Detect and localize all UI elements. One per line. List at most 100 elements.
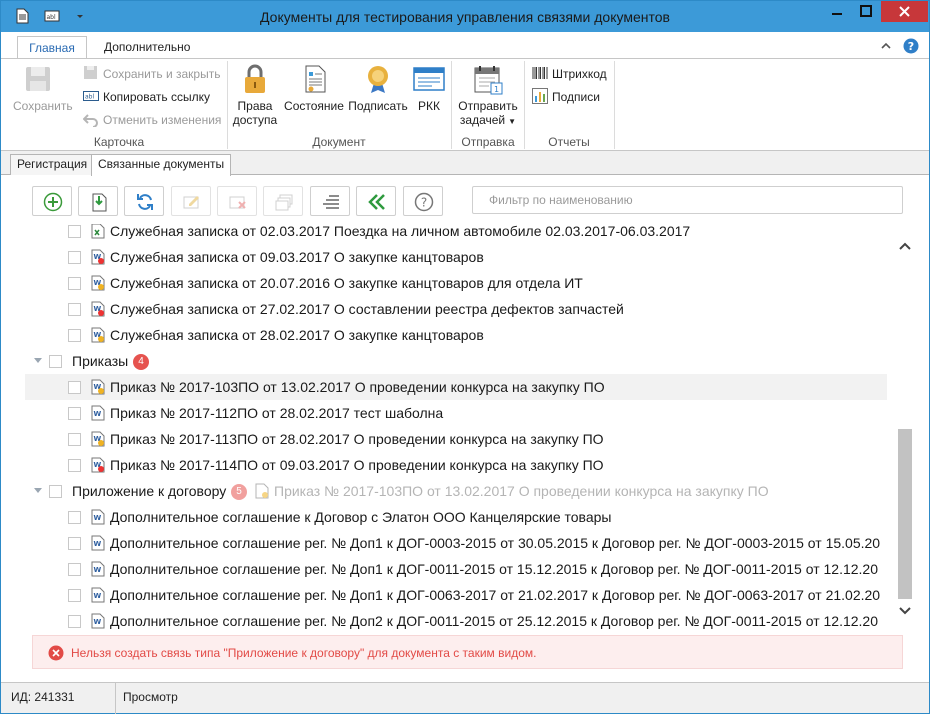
access-rights-button[interactable]: Права доступа (231, 63, 279, 127)
list-item[interactable]: W Служебная записка от 09.03.2017 О заку… (25, 244, 887, 270)
close-button[interactable] (881, 1, 928, 22)
scroll-thumb[interactable] (898, 429, 912, 599)
signatures-report-button[interactable]: Подписи (532, 88, 600, 106)
list-item[interactable]: W Приказ № 2017-113ПО от 28.02.2017 О пр… (25, 426, 887, 452)
undo-button[interactable]: Отменить изменения (83, 111, 221, 129)
list-item[interactable]: W Дополнительное соглашение рег. № Доп1 … (25, 556, 887, 582)
save-button[interactable]: Сохранить (13, 63, 73, 113)
delete-link-button[interactable] (217, 186, 257, 216)
group-header-appendix[interactable]: Приложение к договору 5 Приказ № 2017-10… (25, 478, 887, 504)
edit-link-button[interactable] (171, 186, 211, 216)
row-checkbox[interactable] (68, 563, 81, 576)
list-item[interactable]: W Служебная записка от 28.02.2017 О заку… (25, 322, 887, 348)
collapse-ribbon-icon[interactable] (878, 38, 894, 54)
list-item[interactable]: W Дополнительное соглашение рег. № Доп1 … (25, 530, 887, 556)
document-title: Служебная записка от 28.02.2017 О закупк… (110, 327, 484, 343)
group-send-label: Отправка (461, 135, 515, 149)
barcode-button[interactable]: Штрихкод (532, 65, 607, 83)
edit-icon (183, 196, 199, 209)
svg-text:W: W (94, 410, 102, 418)
vertical-scrollbar[interactable] (895, 224, 915, 634)
list-item[interactable]: W Приказ № 2017-103ПО от 13.02.2017 О пр… (25, 374, 887, 400)
tab-extra[interactable]: Дополнительно (92, 36, 202, 59)
rkk-card-icon (413, 67, 445, 91)
minimize-button[interactable] (823, 1, 851, 22)
scroll-down-icon[interactable] (897, 603, 913, 619)
seal-icon (368, 66, 388, 93)
copy-links-button[interactable] (263, 186, 303, 216)
row-checkbox[interactable] (68, 225, 81, 238)
list-item[interactable]: W Служебная записка от 27.02.2017 О сост… (25, 296, 887, 322)
word-document-pending-icon: W (91, 327, 105, 343)
sign-button[interactable]: Подписать (346, 63, 410, 113)
list-item[interactable]: W Дополнительное соглашение рег. № Доп2 … (25, 608, 887, 634)
group-label: Приказы (72, 353, 129, 369)
expand-triangle-icon[interactable] (34, 358, 42, 363)
send-task-button[interactable]: 1 Отправить задачей ▼ (456, 63, 520, 129)
document-title: Дополнительное соглашение рег. № Доп1 к … (110, 561, 879, 577)
document-id: ИД: 241331 (11, 690, 75, 704)
group-toggle-button[interactable] (310, 186, 350, 216)
state-button[interactable]: Состояние (283, 63, 345, 113)
row-checkbox[interactable] (68, 277, 81, 290)
related-docs-toolbar: ? (1, 176, 929, 224)
document-title: Служебная записка от 20.07.2016 О закупк… (110, 275, 583, 291)
row-checkbox[interactable] (68, 251, 81, 264)
group-separator (451, 61, 452, 149)
svg-text:?: ? (421, 196, 427, 210)
row-checkbox[interactable] (68, 303, 81, 316)
tab-related-documents[interactable]: Связанные документы (91, 154, 232, 176)
view-mode: Просмотр (123, 690, 178, 704)
rkk-button[interactable]: РКК (411, 63, 447, 113)
row-checkbox[interactable] (68, 589, 81, 602)
save-close-button[interactable]: Сохранить и закрыть (83, 65, 220, 83)
svg-text:W: W (94, 540, 102, 548)
filter-input[interactable] (472, 186, 903, 214)
help-icon[interactable]: ? (903, 38, 919, 54)
scroll-up-icon[interactable] (897, 238, 913, 254)
row-checkbox[interactable] (68, 381, 81, 394)
group-checkbox[interactable] (49, 355, 62, 368)
excel-document-icon (91, 224, 105, 239)
barcode-icon (532, 67, 548, 79)
delete-icon (229, 196, 246, 209)
document-title: Служебная записка от 27.02.2017 О состав… (110, 301, 624, 317)
row-checkbox[interactable] (68, 433, 81, 446)
row-checkbox[interactable] (68, 537, 81, 550)
maximize-button[interactable] (852, 1, 880, 22)
group-header-orders[interactable]: Приказы 4 (25, 348, 887, 374)
undo-label: Отменить изменения (103, 113, 222, 127)
help-button[interactable]: ? (403, 186, 443, 216)
dragged-document-icon (255, 483, 269, 499)
chart-report-icon (532, 88, 548, 104)
row-checkbox[interactable] (68, 407, 81, 420)
error-icon (48, 645, 64, 661)
import-document-button[interactable] (78, 186, 118, 216)
access-line1: Права (237, 99, 273, 113)
tab-main[interactable]: Главная (17, 36, 87, 59)
add-link-button[interactable] (32, 186, 72, 216)
expand-triangle-icon[interactable] (34, 488, 42, 493)
copy-link-button[interactable]: abl Копировать ссылку (83, 88, 210, 106)
list-item[interactable]: W Дополнительное соглашение к Договор с … (25, 504, 887, 530)
list-item[interactable]: W Приказ № 2017-114ПО от 09.03.2017 О пр… (25, 452, 887, 478)
group-checkbox[interactable] (49, 485, 62, 498)
row-checkbox[interactable] (68, 329, 81, 342)
list-item[interactable]: Служебная записка от 02.03.2017 Поездка … (25, 224, 887, 244)
window-title: Документы для тестирования управления св… (260, 9, 670, 25)
list-align-icon (323, 195, 339, 209)
maximize-icon (860, 5, 872, 17)
row-checkbox[interactable] (68, 511, 81, 524)
row-checkbox[interactable] (68, 459, 81, 472)
list-item[interactable]: W Приказ № 2017-112ПО от 28.02.2017 тест… (25, 400, 887, 426)
tab-registration[interactable]: Регистрация (10, 154, 95, 175)
document-title: Дополнительное соглашение рег. № Доп1 к … (110, 587, 881, 603)
send-line1: Отправить (458, 99, 518, 113)
list-item[interactable]: W Служебная записка от 20.07.2016 О заку… (25, 270, 887, 296)
document-title: Дополнительное соглашение рег. № Доп1 к … (110, 535, 881, 551)
list-item[interactable]: W Дополнительное соглашение рег. № Доп1 … (25, 582, 887, 608)
word-document-icon: W (91, 587, 105, 603)
refresh-button[interactable] (124, 186, 164, 216)
row-checkbox[interactable] (68, 615, 81, 628)
collapse-all-button[interactable] (356, 186, 396, 216)
